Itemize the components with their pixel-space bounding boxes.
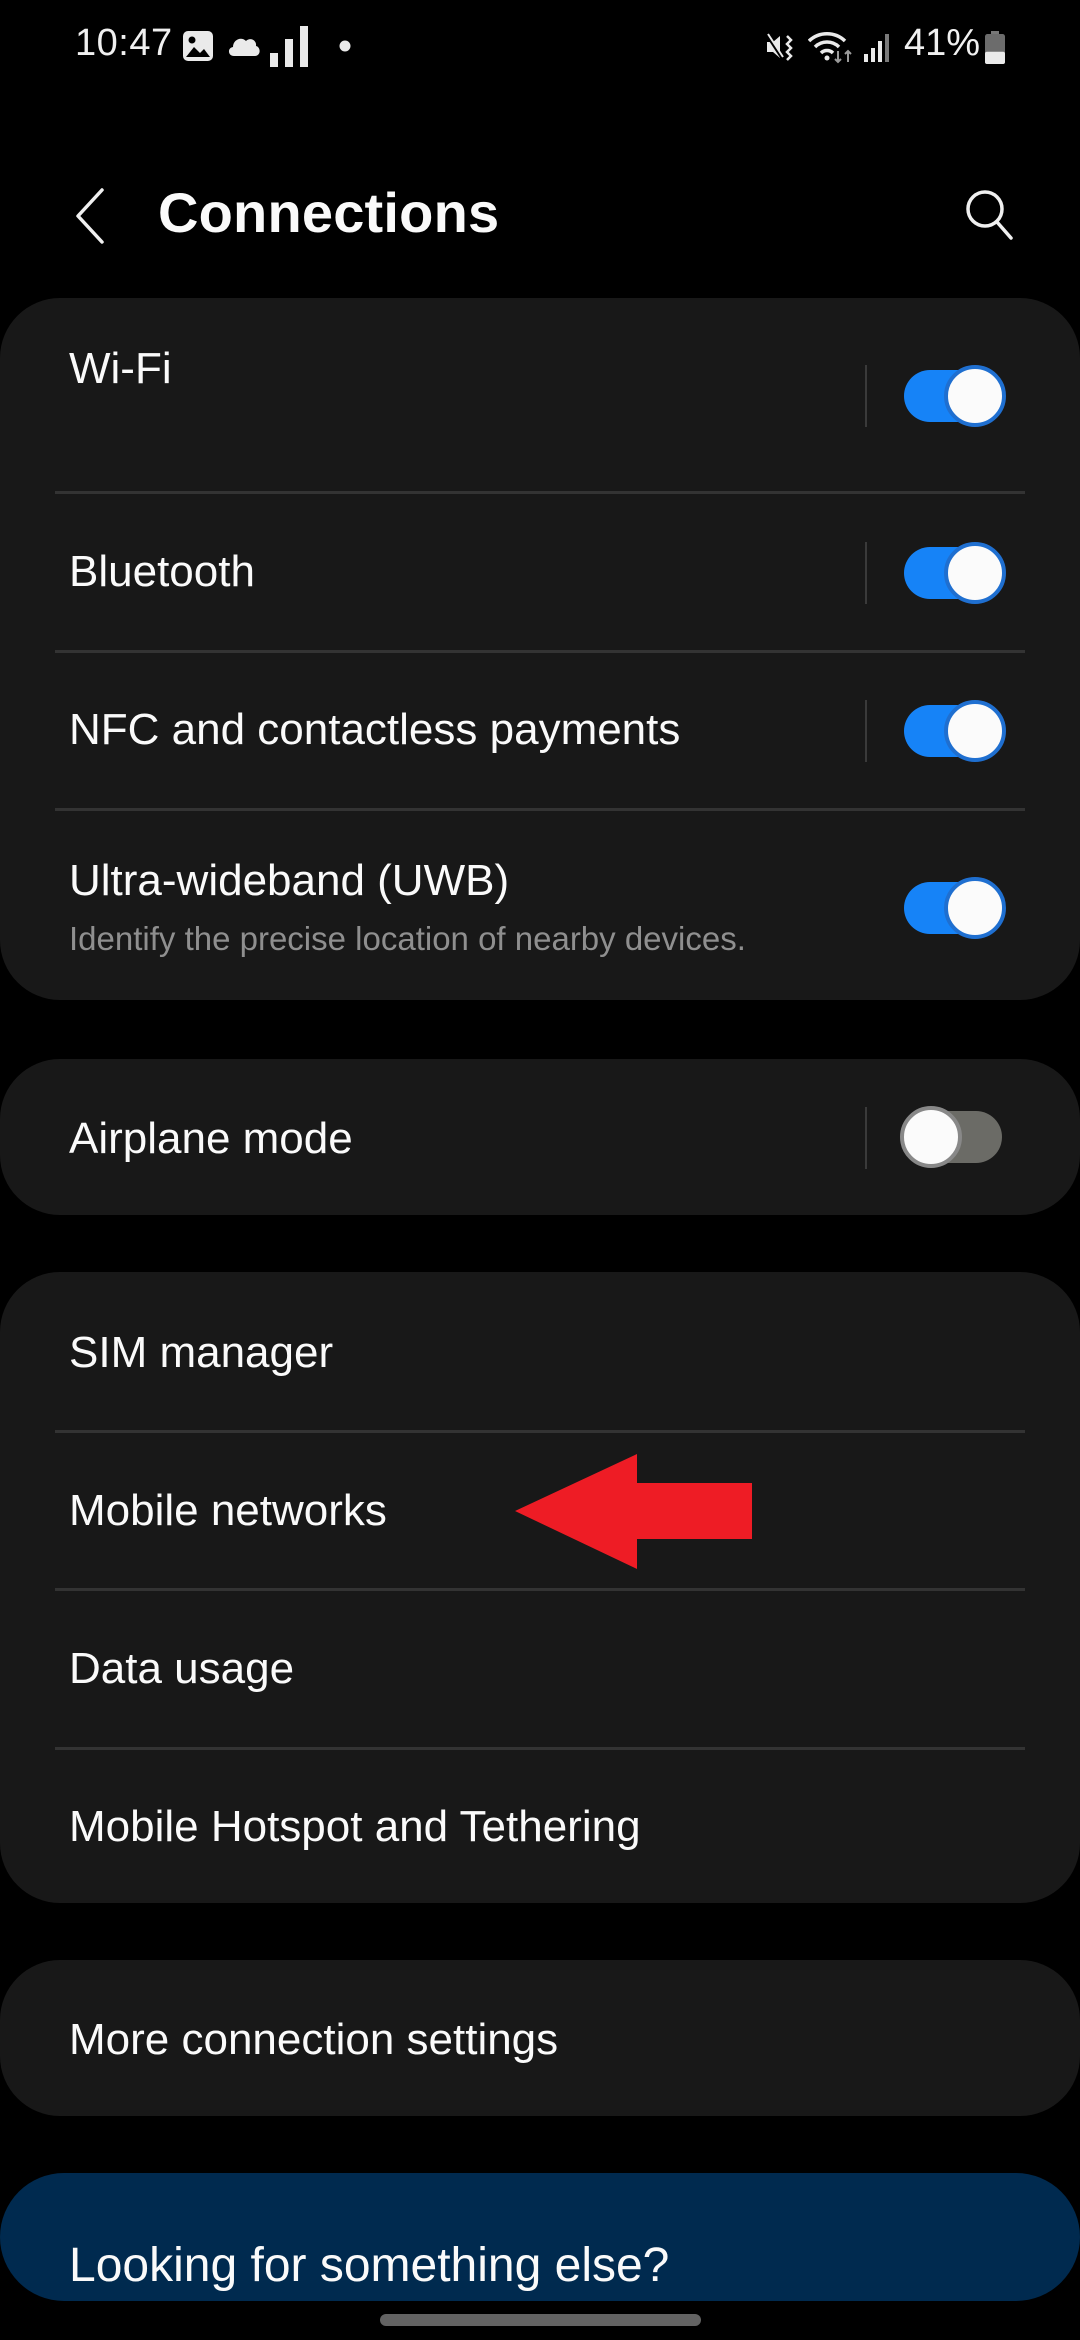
mobile-networks-label: Mobile networks: [69, 1486, 387, 1535]
toggle-thumb: [944, 542, 1006, 604]
notification-dot-icon: [339, 40, 351, 52]
cellular-signal-icon: [864, 34, 889, 62]
wifi-label: Wi-Fi: [69, 344, 172, 393]
sim-manager-label: SIM manager: [69, 1328, 334, 1377]
sim-manager-row[interactable]: SIM manager: [0, 1272, 1080, 1430]
status-bar: 10:47 41%: [0, 0, 1080, 96]
wifi-row[interactable]: Wi-Fi: [0, 298, 1080, 492]
uwb-subtitle: Identify the precise location of nearby …: [69, 920, 746, 957]
search-button[interactable]: [958, 182, 1022, 246]
app-header: Connections: [0, 160, 1080, 270]
vibrate-mute-icon: [765, 33, 793, 61]
bluetooth-toggle[interactable]: [900, 542, 1006, 604]
chevron-left-icon: [76, 188, 104, 244]
suggestion-card-label: Looking for something else?: [69, 2239, 670, 2292]
back-button[interactable]: [62, 180, 118, 250]
toggle-thumb: [944, 365, 1006, 427]
mobile-hotspot-label: Mobile Hotspot and Tethering: [69, 1802, 641, 1851]
toggle-thumb: [944, 877, 1006, 939]
cloud-icon: [228, 38, 260, 56]
bluetooth-row[interactable]: Bluetooth: [0, 494, 1080, 650]
airplane-mode-label: Airplane mode: [69, 1114, 353, 1163]
uwb-toggle[interactable]: [900, 877, 1006, 939]
wifi-toggle[interactable]: [900, 365, 1006, 427]
search-icon: [966, 190, 1013, 240]
toggle-separator: [865, 542, 867, 604]
gesture-nav-handle[interactable]: [380, 2314, 701, 2326]
bluetooth-label: Bluetooth: [69, 547, 255, 596]
data-usage-row[interactable]: Data usage: [0, 1591, 1080, 1747]
nfc-label: NFC and contactless payments: [69, 705, 681, 754]
toggle-thumb: [944, 700, 1006, 762]
airplane-mode-row[interactable]: Airplane mode: [0, 1059, 1080, 1215]
toggle-separator: [865, 700, 867, 762]
toggle-separator: [865, 1107, 867, 1169]
signal-bars-icon: [270, 26, 308, 67]
page-title: Connections: [158, 181, 500, 244]
airplane-mode-toggle[interactable]: [900, 1106, 1006, 1168]
battery-percent: 41%: [904, 22, 981, 64]
battery-icon: [985, 31, 1005, 64]
more-connection-settings-row[interactable]: More connection settings: [0, 1960, 1080, 2116]
wifi-data-icon: [808, 32, 852, 64]
more-connection-settings-label: More connection settings: [69, 2015, 559, 2064]
data-usage-label: Data usage: [69, 1644, 295, 1693]
nfc-toggle[interactable]: [900, 700, 1006, 762]
toggle-separator: [865, 365, 867, 427]
red-arrow-annotation-icon: [515, 1454, 752, 1569]
status-time: 10:47: [75, 22, 173, 64]
mobile-hotspot-row[interactable]: Mobile Hotspot and Tethering: [0, 1750, 1080, 1903]
uwb-row[interactable]: Ultra-wideband (UWB) Identify the precis…: [0, 811, 1080, 1000]
nfc-row[interactable]: NFC and contactless payments: [0, 653, 1080, 810]
gallery-notification-icon: [183, 31, 213, 61]
uwb-label: Ultra-wideband (UWB): [69, 856, 510, 905]
toggle-thumb: [900, 1106, 962, 1168]
